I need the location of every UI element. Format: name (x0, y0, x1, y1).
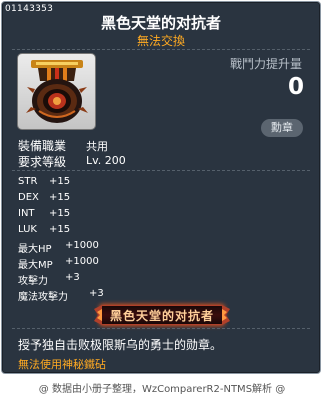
stat-value: +3 (65, 272, 80, 283)
item-tooltip: 01143353 黑色天堂的对抗者 無法交換 戰鬥力提升量 0 勳章 裝備職業 … (1, 1, 321, 374)
item-description: 授予独自击败极限斯乌的勇士的勋章。 (18, 338, 223, 352)
stat-int: INT +15 (18, 208, 70, 219)
stat-name: INT (18, 208, 35, 219)
divider (12, 49, 310, 51)
trade-status: 無法交換 (136, 34, 185, 48)
stat-name: 最大MP (18, 260, 53, 271)
usage-restriction: 無法使用神秘鐵砧 (18, 358, 106, 371)
item-name: 黑色天堂的对抗者 (100, 14, 221, 32)
level-value: Lv. 200 (86, 154, 126, 167)
stat-value: +3 (89, 288, 104, 299)
level-label: 要求等級 (18, 155, 67, 169)
stat-name: DEX (18, 192, 39, 203)
stat-max-hp: 最大HP +1000 (18, 240, 99, 255)
medal-title-banner: 黑色天堂的对抗者 (94, 305, 230, 325)
stat-luk: LUK +15 (18, 224, 70, 235)
banner-ornament-icon (222, 305, 230, 325)
stat-value: +15 (49, 176, 71, 187)
combat-power-value: 0 (287, 74, 304, 100)
stat-value: +15 (49, 192, 71, 203)
medal-title-text: 黑色天堂的对抗者 (109, 309, 214, 323)
stat-dex: DEX +15 (18, 192, 70, 203)
job-value: 共用 (86, 140, 108, 153)
footer-credit: @ 数据由小册子整理，WzComparerR2-NTMS解析 @ (38, 384, 286, 395)
stat-value: +1000 (65, 256, 99, 267)
job-label: 裝備職業 (18, 139, 67, 153)
item-icon-frame (17, 53, 96, 130)
stat-name: 魔法攻擊力 (18, 292, 68, 303)
stat-name: LUK (18, 224, 37, 235)
stat-magic-attack: 魔法攻擊力 +3 (18, 288, 104, 303)
stat-name: STR (18, 176, 38, 187)
combat-power-label: 戰鬥力提升量 (229, 57, 302, 71)
stat-max-mp: 最大MP +1000 (18, 256, 99, 271)
stat-str: STR +15 (18, 176, 70, 187)
stat-value: +15 (49, 208, 71, 219)
stat-value: +1000 (65, 240, 99, 251)
stat-attack: 攻擊力 +3 (18, 272, 80, 287)
stat-name: 最大HP (18, 244, 52, 255)
divider (12, 170, 310, 172)
stat-name: 攻擊力 (18, 276, 48, 287)
medal-badge: 勳章 (261, 119, 303, 137)
divider (12, 328, 310, 330)
stat-value: +15 (49, 224, 71, 235)
medal-icon (26, 60, 88, 123)
